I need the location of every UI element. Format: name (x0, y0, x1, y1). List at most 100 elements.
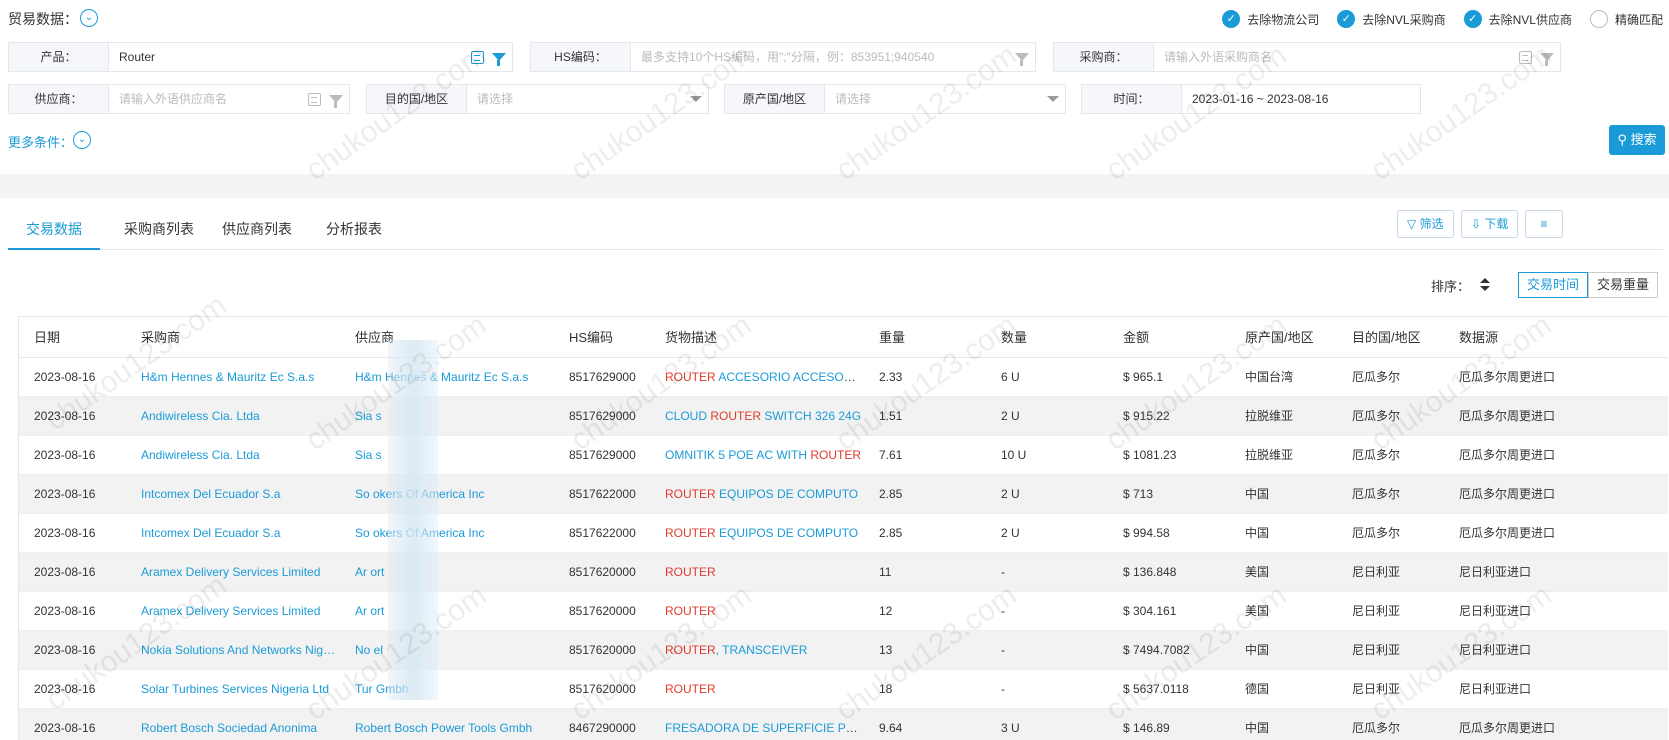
cell-destination: 厄瓜多尔 (1337, 513, 1444, 553)
cell-description: ROUTER (650, 591, 864, 631)
option-exact-match[interactable]: 精确匹配 (1589, 10, 1663, 28)
cell-hs: 8517622000 (554, 474, 650, 514)
cell-buyer-link[interactable]: Solar Turbines Services Nigeria Ltd (126, 669, 340, 709)
cell-supplier-link[interactable]: So okers Of America Inc (340, 474, 554, 514)
table-row[interactable]: 2023-08-16 Aramex Delivery Services Limit… (19, 552, 1668, 592)
cell-amount: $ 146.89 (1108, 708, 1230, 740)
download-button[interactable]: ⇩ 下载 (1461, 210, 1519, 238)
description-text: OMNITIK 5 POE AC WITH (665, 447, 811, 462)
table-row[interactable]: 2023-08-16 Andiwireless Cia. Ltda Sia s 851… (19, 435, 1668, 475)
keyword-highlight: ROUTER (665, 525, 716, 540)
search-button[interactable]: ⚲ 搜索 (1609, 125, 1665, 155)
cell-supplier-link[interactable]: H&m Hennes & Mauritz Ec S.a.s (340, 357, 554, 397)
tab-trade-data[interactable]: 交易数据 (8, 212, 100, 250)
table-row[interactable]: 2023-08-16Intcomex Del Ecuador S.aSo oke… (19, 474, 1668, 514)
cell-quantity: - (986, 591, 1108, 631)
cell-buyer-link[interactable]: H&m Hennes & Mauritz Ec S.a.s (126, 357, 340, 397)
cell-supplier-link[interactable]: Sia s (340, 435, 554, 475)
cell-origin: 拉脱维亚 (1230, 435, 1337, 475)
hs-input[interactable]: 最多支持10个HS编码，用";"分隔，例：853951;940540 (631, 43, 1035, 71)
filter-button[interactable]: ▽ 筛选 (1397, 210, 1454, 238)
table-row[interactable]: 2023-08-16 H&m Hennes & Mauritz Ec S.a.s H… (19, 357, 1668, 397)
cell-origin: 中国 (1230, 513, 1337, 553)
cell-buyer-link[interactable]: Robert Bosch Sociedad Anonima (126, 708, 340, 740)
expand-title-icon[interactable]: ⌄ (80, 9, 98, 27)
more-conditions-toggle[interactable]: 更多条件： (8, 132, 73, 151)
col-description[interactable]: 货物描述 (650, 317, 864, 358)
product-input[interactable]: Router (109, 43, 512, 71)
cell-buyer-link[interactable]: Intcomex Del Ecuador S.a (126, 474, 340, 514)
option-remove-nvl-supplier[interactable]: ✓ 去除NVL供应商 (1463, 10, 1572, 28)
cell-buyer-link[interactable]: Aramex Delivery Services Limited (126, 552, 340, 592)
cell-supplier-link[interactable]: Ar ort (340, 552, 554, 592)
cell-supplier-link[interactable]: Robert Bosch Power Tools Gmbh (340, 708, 554, 740)
batch-input-icon[interactable] (308, 92, 321, 106)
col-weight[interactable]: 重量 (864, 317, 986, 358)
col-destination[interactable]: 目的国/地区 (1337, 317, 1444, 358)
col-date[interactable]: 日期 (19, 317, 126, 358)
option-remove-nvl-buyer[interactable]: ✓ 去除NVL采购商 (1337, 10, 1446, 28)
origin-select[interactable]: 请选择 (825, 85, 1065, 113)
batch-input-icon[interactable] (1519, 50, 1532, 64)
hs-label: HS编码： (531, 43, 631, 71)
table-row[interactable]: 2023-08-16 Solar Turbines Services Nigeri… (19, 669, 1668, 709)
tab-buyer-list[interactable]: 采购商列表 (106, 212, 212, 250)
chevron-down-icon[interactable] (1047, 96, 1059, 102)
time-range-input[interactable]: 2023-01-16 ~ 2023-08-16 (1182, 85, 1420, 113)
cell-buyer-link[interactable]: Aramex Delivery Services Limited (126, 591, 340, 631)
tab-supplier-list[interactable]: 供应商列表 (204, 212, 310, 250)
cell-date: 2023-08-16 (19, 591, 126, 631)
cell-date: 2023-08-16 (19, 552, 126, 592)
chevron-down-icon[interactable] (690, 96, 702, 102)
redaction-blur (388, 340, 438, 700)
col-origin[interactable]: 原产国/地区 (1230, 317, 1337, 358)
cell-buyer-link[interactable]: Nokia Solutions And Networks Nigeria (126, 630, 340, 670)
more-conditions-expand-icon[interactable]: ⌄ (73, 131, 91, 149)
table-row[interactable]: 2023-08-16 Nokia Solutions And Networks N… (19, 630, 1668, 670)
hs-filter: HS编码： 最多支持10个HS编码，用";"分隔，例：853951;940540 (530, 42, 1036, 72)
filter-icon[interactable] (1540, 53, 1554, 66)
keyword-highlight: ROUTER (710, 408, 762, 423)
cell-supplier-link[interactable]: Ar ort (340, 591, 554, 631)
buyer-filter: 采购商： 请输入外语采购商名 (1053, 42, 1561, 72)
filter-icon[interactable] (329, 95, 343, 108)
col-buyer[interactable]: 采购商 (126, 317, 340, 358)
cell-weight: 9.64 (864, 708, 986, 740)
sort-order-icon[interactable] (1478, 278, 1492, 292)
cell-supplier-link[interactable]: Tur Gmbh (340, 669, 554, 709)
destination-select[interactable]: 请选择 (467, 85, 708, 113)
col-source[interactable]: 数据源 (1444, 317, 1668, 358)
cell-amount: $ 5637.0118 (1108, 669, 1230, 709)
table-row[interactable]: 2023-08-16 Aramex Delivery Services Limit… (19, 591, 1668, 631)
table-row[interactable]: 2023-08-16 Robert Bosch Sociedad Anonima R… (19, 708, 1668, 740)
tab-analysis-report[interactable]: 分析报表 (308, 212, 400, 250)
cell-weight: 1.51 (864, 396, 986, 436)
cell-description: ROUTER (650, 552, 864, 592)
col-amount[interactable]: 金额 (1108, 317, 1230, 358)
table-row[interactable]: 2023-08-16 Andiwireless Cia. Ltda Sia s 851… (19, 396, 1668, 436)
cell-description: ROUTER, TRANSCEIVER (650, 630, 864, 670)
cell-supplier-link[interactable]: So okers Of America Inc (340, 513, 554, 553)
filter-icon[interactable] (1015, 53, 1029, 66)
col-quantity[interactable]: 数量 (986, 317, 1108, 358)
cell-buyer-link[interactable]: Andiwireless Cia. Ltda (126, 435, 340, 475)
sort-by-time-button[interactable]: 交易时间 (1517, 272, 1588, 298)
col-supplier[interactable]: 供应商 (340, 317, 554, 358)
cell-date: 2023-08-16 (19, 396, 126, 436)
sort-by-weight-button[interactable]: 交易重量 (1587, 272, 1658, 298)
cell-supplier-link[interactable]: Sia s (340, 396, 554, 436)
table-row[interactable]: 2023-08-16Intcomex Del Ecuador S.aSo oke… (19, 513, 1668, 553)
batch-input-icon[interactable] (471, 50, 484, 64)
cell-supplier-link[interactable]: No el (340, 630, 554, 670)
buyer-input[interactable]: 请输入外语采购商名 (1154, 43, 1560, 71)
option-remove-logistics[interactable]: ✓ 去除物流公司 (1222, 10, 1319, 28)
col-hs[interactable]: HS编码 (554, 317, 650, 358)
column-settings-button[interactable]: ≡ (1525, 210, 1563, 238)
filter-icon[interactable] (492, 53, 506, 66)
cell-buyer-link[interactable]: Andiwireless Cia. Ltda (126, 396, 340, 436)
cell-quantity: 2 U (986, 396, 1108, 436)
cell-quantity: 2 U (986, 513, 1108, 553)
sort-bar: 排序： 交易时间 交易重量 (1431, 272, 1658, 298)
cell-buyer-link[interactable]: Intcomex Del Ecuador S.a (126, 513, 340, 553)
search-icon: ⚲ (1617, 132, 1627, 147)
